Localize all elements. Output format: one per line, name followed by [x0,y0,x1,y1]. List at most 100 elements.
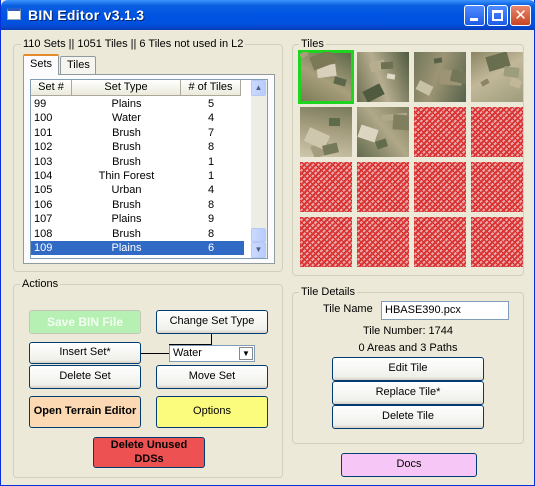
docs-button[interactable]: Docs [341,453,477,477]
tile-details-legend: Tile Details [299,286,357,298]
close-button[interactable]: ✕ [510,5,531,26]
delete-unused-dds-button[interactable]: Delete Unused DDSs [93,437,205,468]
terrain-feature [480,78,490,87]
open-terrain-editor-button[interactable]: Open Terrain Editor [29,396,141,428]
tile-count-cell: 6 [207,242,215,254]
tile-number-text: Tile Number: 1744 [362,325,454,337]
table-row[interactable]: 103 Brush 1 [31,155,244,169]
set-number-cell: 106 [34,198,53,211]
tiles-legend: Tiles [299,38,326,50]
terrain-feature [386,73,396,80]
table-row[interactable]: 100 Water 4 [31,111,244,125]
areas-paths-text: 0 Areas and 3 Paths [358,342,458,354]
minimize-button[interactable] [464,5,485,26]
set-type-cell: Brush [112,227,141,240]
table-row[interactable]: 108 Brush 8 [31,227,244,241]
save-bin-file-button[interactable]: Save BIN File [29,310,141,334]
tile-count-cell: 8 [207,198,215,211]
edit-tile-button[interactable]: Edit Tile [332,357,484,381]
set-type-dropdown[interactable]: Water ▼ [169,345,255,362]
table-row[interactable]: 99 Plains 5 [31,97,244,111]
tile-thumbnail-empty[interactable] [414,217,466,267]
chevron-down-icon[interactable]: ▼ [239,347,253,360]
table-row[interactable]: 106 Brush 8 [31,198,244,212]
set-type-cell: Plains [111,213,142,226]
terrain-feature [328,117,341,127]
table-row[interactable]: 109 Plains 6 [31,241,244,255]
terrain-feature [392,114,409,131]
set-type-cell: Water [112,112,141,125]
tile-thumbnail-empty[interactable] [471,107,523,157]
tile-thumbnail[interactable] [357,107,409,157]
terrain-feature [333,76,347,87]
tile-thumbnail-empty[interactable] [300,162,352,212]
tile-name-field[interactable]: HBASE390.pcx [381,301,509,320]
column-header-set-number[interactable]: Set # [31,80,72,96]
delete-tile-button[interactable]: Delete Tile [332,405,484,429]
maximize-icon [492,10,503,21]
maximize-button[interactable] [487,5,508,26]
replace-tile-button[interactable]: Replace Tile* [332,381,484,405]
tile-thumbnail-selected[interactable] [298,50,354,104]
tile-thumbnail-empty[interactable] [357,162,409,212]
terrain-feature [357,124,379,143]
change-set-type-button[interactable]: Change Set Type [156,310,268,334]
tile-count-cell: 4 [207,112,215,125]
terrain-feature [415,80,434,96]
table-row[interactable]: 105 Urban 4 [31,183,244,197]
table-row[interactable]: 101 Brush 7 [31,126,244,140]
table-row[interactable]: 107 Plains 9 [31,212,244,226]
delete-set-button[interactable]: Delete Set [29,365,141,389]
tile-thumbnail-empty[interactable] [414,107,466,157]
insert-set-connector [141,353,169,354]
scroll-thumb[interactable] [251,228,266,242]
tile-thumbnail-empty[interactable] [357,217,409,267]
tile-count-cell: 8 [207,141,215,154]
tile-count-cell: 8 [207,227,215,240]
sets-summary-legend: 110 Sets || 1051 Tiles || 6 Tiles not us… [21,38,246,50]
tile-thumbnail-empty[interactable] [471,162,523,212]
insert-set-button[interactable]: Insert Set* [29,342,141,364]
tab-sets[interactable]: Sets [23,54,59,75]
column-header-tile-count[interactable]: # of Tiles [181,80,241,96]
window-icon [7,8,21,20]
tile-thumbnail-empty[interactable] [300,217,352,267]
tile-thumbnail-empty[interactable] [414,162,466,212]
tab-tiles[interactable]: Tiles [60,56,96,75]
options-button[interactable]: Options [156,396,268,428]
set-number-cell: 103 [34,155,53,168]
terrain-feature [300,52,309,59]
window-title: BIN Editor v3.1.3 [28,7,145,23]
column-header-set-type[interactable]: Set Type [72,80,181,96]
tile-thumbnail[interactable] [414,52,466,102]
tile-count-cell: 7 [207,126,215,139]
terrain-feature [433,57,443,64]
title-bar[interactable]: BIN Editor v3.1.3 ✕ [1,0,535,30]
tile-thumbnail[interactable] [471,52,523,102]
set-number-cell: 108 [34,227,53,240]
minimize-icon [470,18,478,21]
set-type-value: Water [173,347,202,359]
move-set-button[interactable]: Move Set [156,365,268,389]
set-type-cell: Thin Forest [98,170,155,182]
set-type-cell: Brush [112,155,141,168]
set-number-cell: 109 [34,242,53,254]
tile-thumbnail[interactable] [357,52,409,102]
set-number-cell: 100 [34,112,53,125]
sets-list-scrollbar[interactable]: ▲ ▼ [251,80,267,258]
actions-legend: Actions [20,278,61,290]
sets-list[interactable]: Set # Set Type # of Tiles 99 Plains 5 100 Wa… [30,79,268,259]
tile-count-cell: 5 [207,98,215,110]
terrain-feature [322,142,339,156]
bin-editor-window: BIN Editor v3.1.3 ✕ 110 Sets || 1051 Til… [0,0,535,486]
set-type-cell: Urban [111,184,142,197]
table-row[interactable]: 104 Thin Forest 1 [31,169,244,183]
terrain-feature [380,61,394,70]
tile-thumbnail-empty[interactable] [471,217,523,267]
scroll-up-icon[interactable]: ▲ [251,80,266,96]
scroll-down-icon[interactable]: ▼ [251,242,266,258]
set-type-cell: Plains [111,98,142,110]
table-row[interactable]: 102 Brush 8 [31,140,244,154]
tile-thumbnail[interactable] [300,107,352,157]
terrain-feature [508,77,523,89]
